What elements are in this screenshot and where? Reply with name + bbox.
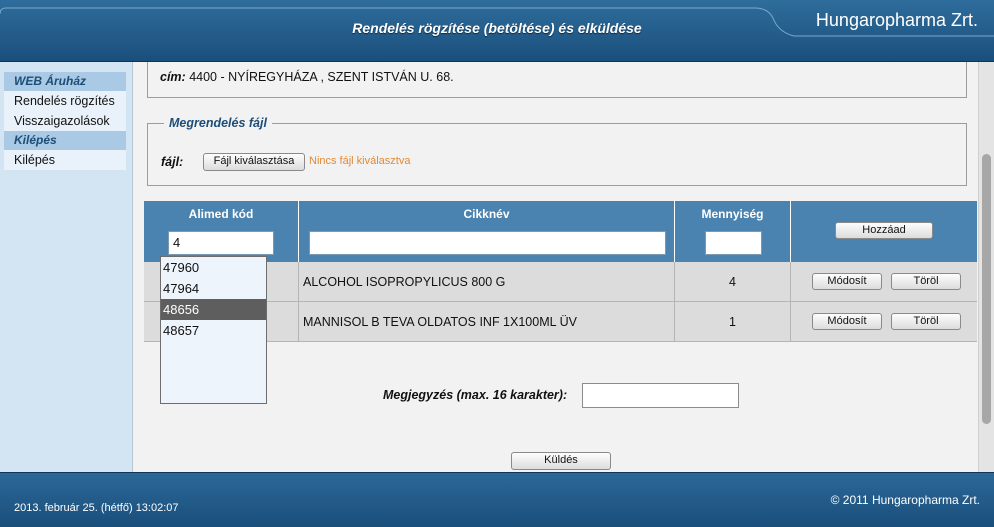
header-name-label: Cikknév bbox=[463, 207, 510, 221]
brand-name: Hungaropharma Zrt. bbox=[815, 10, 978, 30]
autocomplete-option-selected[interactable]: 48656 bbox=[161, 299, 266, 320]
footer-datetime: 2013. február 25. (hétfő) 13:02:07 bbox=[14, 502, 179, 514]
autocomplete-option[interactable]: 47964 bbox=[161, 278, 266, 299]
modify-button[interactable]: Módosít bbox=[812, 313, 882, 330]
add-button[interactable]: Hozzáad bbox=[835, 222, 933, 239]
app-footer: 2013. február 25. (hétfő) 13:02:07 © 201… bbox=[0, 472, 994, 527]
main-scrollbar[interactable] bbox=[978, 62, 994, 472]
send-button[interactable]: Küldés bbox=[511, 452, 611, 470]
address-box: cím: 4400 - NYÍREGYHÁZA , SZENT ISTVÁN U… bbox=[147, 62, 967, 98]
row-qty: 4 bbox=[675, 262, 791, 302]
qty-input[interactable] bbox=[705, 231, 762, 255]
address-value: 4400 - NYÍREGYHÁZA , SZENT ISTVÁN U. 68. bbox=[189, 70, 454, 84]
autocomplete-option[interactable]: 47960 bbox=[161, 257, 266, 278]
row-name: MANNISOL B TEVA OLDATOS INF 1X100ML ÜV bbox=[299, 302, 675, 342]
table-header: Alimed kód 4 Cikknév Mennyiség Hozzáad bbox=[144, 201, 977, 262]
table-row: ALCOHOL ISOPROPYLICUS 800 G 4 Módosít Tö… bbox=[144, 262, 977, 302]
code-input[interactable]: 4 bbox=[168, 231, 274, 255]
choose-file-button[interactable]: Fájl kiválasztása bbox=[203, 153, 305, 171]
sidebar: WEB Áruház Rendelés rögzítés Visszaigazo… bbox=[0, 62, 132, 472]
row-actions: Módosít Töröl bbox=[791, 302, 977, 342]
note-input[interactable] bbox=[582, 383, 739, 408]
order-file-fieldset: Megrendelés fájl fájl: Fájl kiválasztása… bbox=[147, 116, 967, 186]
table-row: MANNISOL B TEVA OLDATOS INF 1X100ML ÜV 1… bbox=[144, 302, 977, 342]
header-col-name: Cikknév bbox=[299, 201, 675, 262]
order-file-legend: Megrendelés fájl bbox=[164, 116, 272, 130]
modify-button[interactable]: Módosít bbox=[812, 273, 882, 290]
header-code-label: Alimed kód bbox=[188, 207, 254, 221]
header-qty-label: Mennyiség bbox=[701, 207, 764, 221]
sidebar-item-rendeles-rogzites[interactable]: Rendelés rögzítés bbox=[4, 91, 126, 111]
header-col-code: Alimed kód 4 bbox=[144, 201, 299, 262]
name-input[interactable] bbox=[309, 231, 666, 255]
file-label: fájl: bbox=[161, 155, 184, 169]
sidebar-section-web-aruhaz: WEB Áruház bbox=[4, 72, 126, 91]
no-file-text: Nincs fájl kiválasztva bbox=[309, 155, 411, 167]
header-col-actions: Hozzáad bbox=[791, 201, 977, 262]
scrollbar-thumb[interactable] bbox=[982, 154, 991, 424]
sidebar-item-kilepes[interactable]: Kilépés bbox=[4, 150, 126, 170]
header-col-qty: Mennyiség bbox=[675, 201, 791, 262]
row-name: ALCOHOL ISOPROPYLICUS 800 G bbox=[299, 262, 675, 302]
page-title: Rendelés rögzítése (betöltése) és elküld… bbox=[352, 20, 642, 36]
code-autocomplete-list: 47960 47964 48656 48657 bbox=[160, 256, 267, 404]
delete-button[interactable]: Töröl bbox=[891, 313, 961, 330]
main-content: cím: 4400 - NYÍREGYHÁZA , SZENT ISTVÁN U… bbox=[132, 62, 978, 472]
address-line: cím: 4400 - NYÍREGYHÁZA , SZENT ISTVÁN U… bbox=[160, 70, 454, 84]
app-header: Rendelés rögzítése (betöltése) és elküld… bbox=[0, 0, 994, 62]
autocomplete-option[interactable]: 48657 bbox=[161, 320, 266, 341]
row-qty: 1 bbox=[675, 302, 791, 342]
address-label: cím: bbox=[160, 70, 186, 84]
footer-copyright: © 2011 Hungaropharma Zrt. bbox=[830, 493, 980, 507]
sidebar-section-kilepes: Kilépés bbox=[4, 131, 126, 150]
note-label: Megjegyzés (max. 16 karakter): bbox=[383, 388, 568, 402]
sidebar-item-visszaigazolasok[interactable]: Visszaigazolások bbox=[4, 111, 126, 131]
delete-button[interactable]: Töröl bbox=[891, 273, 961, 290]
row-actions: Módosít Töröl bbox=[791, 262, 977, 302]
